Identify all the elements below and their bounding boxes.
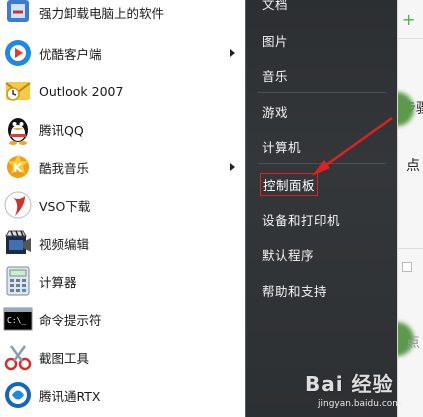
program-label: 酷我音乐 xyxy=(39,160,90,176)
menu-item-pictures[interactable]: 图片 xyxy=(262,31,288,50)
svg-text:K: K xyxy=(13,161,23,175)
program-label: 腾讯通RTX xyxy=(39,388,101,404)
svg-text:C:\_: C:\_ xyxy=(7,316,26,325)
red-annotation-arrow-icon xyxy=(312,116,393,176)
program-label: 计算器 xyxy=(39,274,77,290)
program-label: 截图工具 xyxy=(39,350,90,366)
plus-icon: + xyxy=(402,10,416,29)
program-label: 命令提示符 xyxy=(39,312,102,328)
baidu-jingyan-watermark: Bai 经验 xyxy=(305,372,394,396)
program-item-vso[interactable]: VSO下载 xyxy=(0,186,245,224)
program-item-rtx[interactable]: 腾讯通RTX xyxy=(0,376,245,414)
web-divider xyxy=(398,248,423,249)
program-label: Outlook 2007 xyxy=(39,83,124,99)
menu-item-help-support[interactable]: 帮助和支持 xyxy=(262,281,327,300)
video-edit-icon xyxy=(2,227,34,259)
menu-separator xyxy=(258,92,386,93)
menu-item-default-programs[interactable]: 默认程序 xyxy=(262,245,314,264)
rtx-icon xyxy=(2,379,34,411)
snipping-tool-icon xyxy=(2,341,34,373)
vso-download-icon xyxy=(2,189,34,221)
program-list: 强力卸载电脑上的软件 优酷客户端 Outlook 2007 腾讯QQ K 酷我音… xyxy=(0,0,245,417)
menu-item-music[interactable]: 音乐 xyxy=(262,66,288,85)
program-label: 优酷客户端 xyxy=(39,46,102,62)
submenu-arrow-icon xyxy=(230,163,235,171)
program-item-uninstall[interactable]: 强力卸载电脑上的软件 xyxy=(0,0,245,31)
image-placeholder-icon xyxy=(402,262,412,272)
program-item-kuwo[interactable]: K 酷我音乐 xyxy=(0,148,245,186)
program-label: VSO下载 xyxy=(39,198,91,214)
calculator-icon xyxy=(2,265,34,297)
program-label: 视频编辑 xyxy=(39,236,90,252)
web-click-text: 点 xyxy=(406,158,420,174)
uninstall-icon xyxy=(2,0,34,28)
program-item-youku[interactable]: 优酷客户端 xyxy=(0,34,245,72)
program-item-qq[interactable]: 腾讯QQ xyxy=(0,110,245,148)
program-label: 腾讯QQ xyxy=(39,122,84,138)
program-item-calculator[interactable]: 计算器 xyxy=(0,262,245,300)
program-item-cmd[interactable]: C:\_ 命令提示符 xyxy=(0,300,245,338)
program-item-snipping[interactable]: 截图工具 xyxy=(0,338,245,376)
menu-item-games[interactable]: 游戏 xyxy=(262,102,288,121)
menu-item-devices-printers[interactable]: 设备和打印机 xyxy=(262,210,340,229)
program-item-outlook[interactable]: Outlook 2007 xyxy=(0,72,245,110)
qq-penguin-icon xyxy=(2,113,34,145)
web-divider xyxy=(398,38,423,39)
youku-icon xyxy=(2,37,34,69)
watermark-url: jingyan.baidu.com xyxy=(318,399,402,409)
kuwo-music-icon: K xyxy=(2,151,34,183)
start-menu-right-column: 文档 图片 音乐 游戏 计算机 控制面板 设备和打印机 默认程序 帮助和支持 xyxy=(245,0,397,417)
outlook-icon xyxy=(2,75,34,107)
submenu-arrow-icon xyxy=(230,49,235,57)
cmd-prompt-icon: C:\_ xyxy=(2,303,34,335)
background-webpage: + 步骤 点 点 xyxy=(397,0,423,417)
menu-item-computer[interactable]: 计算机 xyxy=(262,137,301,156)
program-label: 强力卸载电脑上的软件 xyxy=(39,5,165,21)
web-click-text: 点 xyxy=(406,335,420,351)
menu-item-documents[interactable]: 文档 xyxy=(262,0,288,13)
program-item-video-edit[interactable]: 视频编辑 xyxy=(0,224,245,262)
